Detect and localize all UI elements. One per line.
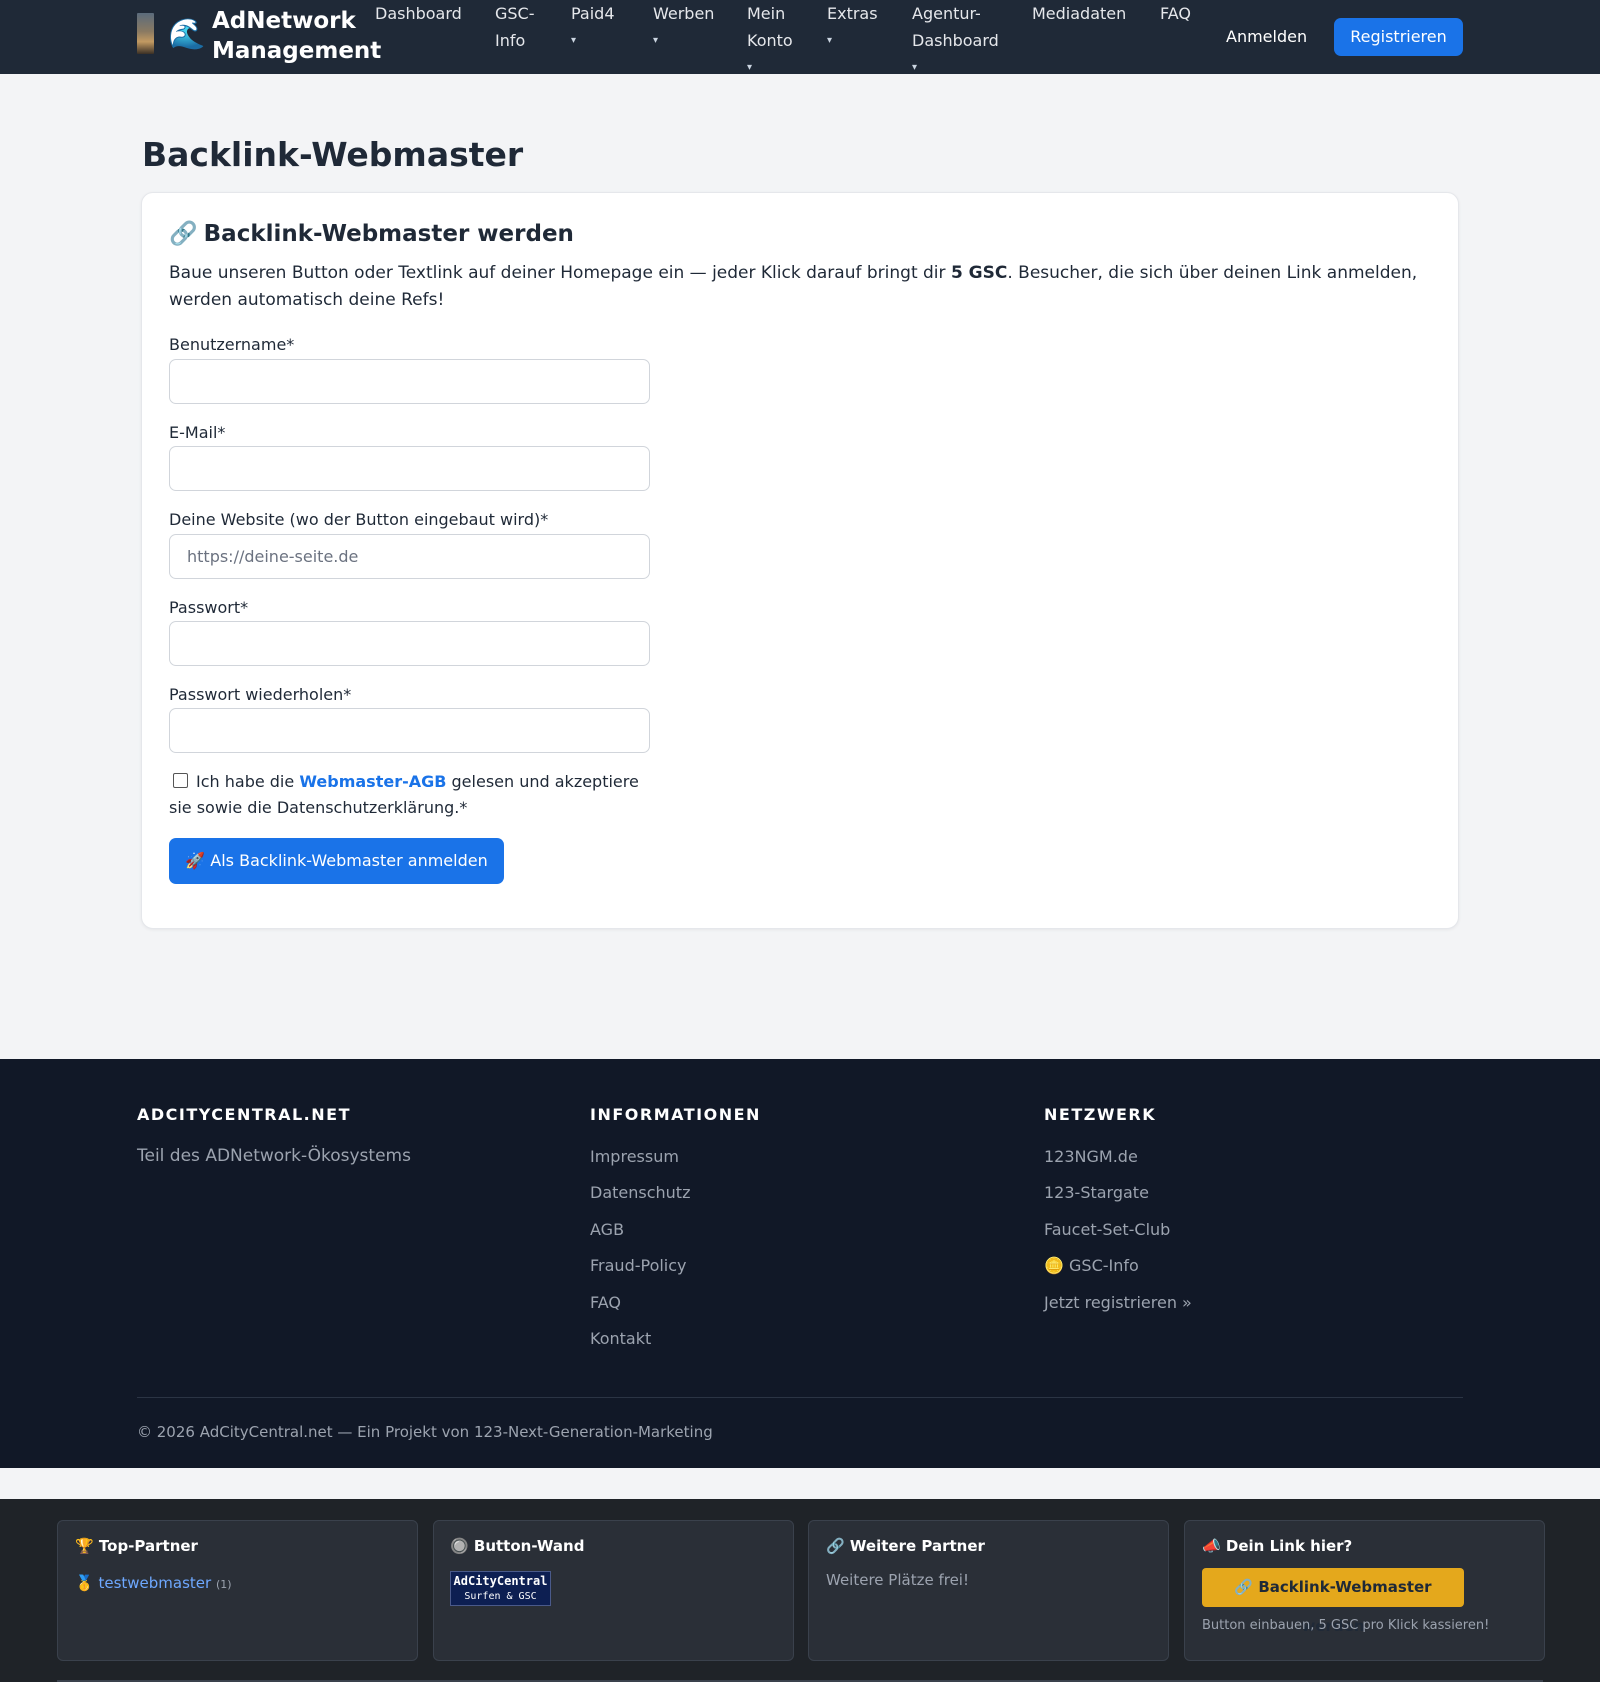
footer-link-fraud-policy[interactable]: Fraud-Policy: [590, 1254, 687, 1278]
nav-mediadaten[interactable]: Mediadaten: [1032, 0, 1126, 27]
footer-link-agb[interactable]: AGB: [590, 1218, 624, 1242]
card-title: 🔗 Backlink-Webmaster werden: [169, 218, 574, 250]
website-label: Deine Website (wo der Button eingebaut w…: [169, 510, 549, 529]
card-title-text: Backlink-Webmaster werden: [203, 221, 574, 247]
nav-label: Agentur-Dashboard: [912, 4, 999, 50]
nav-dashboard[interactable]: Dashboard: [375, 0, 462, 27]
password-repeat-label: Passwort wiederholen*: [169, 685, 352, 704]
footer-heading-site: ADCITYCENTRAL.NET: [137, 1105, 351, 1124]
intro-before: Baue unseren Button oder Textlink auf de…: [169, 263, 951, 283]
nav-gsc-info[interactable]: GSC-Info: [495, 0, 541, 54]
footer-link-gsc-info[interactable]: 🪙 GSC-Info: [1044, 1254, 1139, 1278]
more-partners-title: 🔗 Weitere Partner: [826, 1537, 985, 1555]
nav-label: Werben: [653, 4, 715, 23]
become-webmaster-button[interactable]: 🔗 Backlink-Webmaster werden: [1202, 1568, 1464, 1635]
button-wall-title: 🔘 Button-Wand: [450, 1537, 585, 1555]
adcitycentral-banner[interactable]: AdCityCentral Surfen & GSC: [450, 1571, 551, 1606]
partner-click-count: (1): [215, 1578, 232, 1591]
footer-tagline: Teil des ADNetwork-Ökosystems: [137, 1146, 411, 1166]
footer-divider: [137, 1397, 1463, 1398]
email-label: E-Mail*: [169, 423, 226, 442]
brand-image[interactable]: [137, 13, 154, 54]
footer-heading-info: INFORMATIONEN: [590, 1105, 761, 1124]
footer-link-register[interactable]: Jetzt registrieren »: [1044, 1291, 1192, 1315]
top-partner-entry: 🥇 testwebmaster (1): [75, 1572, 232, 1596]
top-navbar: 🌊 AdNetwork Management Dashboard GSC-Inf…: [0, 0, 1600, 74]
medal-icon: 🥇: [75, 1574, 94, 1592]
website-input[interactable]: [169, 534, 650, 579]
chevron-down-icon: ▾: [653, 35, 659, 46]
register-button[interactable]: Registrieren: [1334, 18, 1463, 56]
nav-mein-konto[interactable]: Mein Konto ▾: [747, 0, 797, 81]
top-partner-title: 🏆 Top-Partner: [75, 1537, 198, 1555]
nav-extras[interactable]: Extras ▾: [827, 0, 878, 54]
footer-link-faucet-set-club[interactable]: Faucet-Set-Club: [1044, 1218, 1170, 1242]
footer-link-datenschutz[interactable]: Datenschutz: [590, 1181, 690, 1205]
login-link[interactable]: Anmelden: [1226, 24, 1307, 50]
nav-agentur-dashboard[interactable]: Agentur-Dashboard ▾: [912, 0, 1004, 81]
webmaster-agb-link[interactable]: Webmaster-AGB: [299, 772, 446, 791]
footer-heading-network: NETZWERK: [1044, 1105, 1157, 1124]
username-input[interactable]: [169, 359, 650, 404]
chevron-down-icon: ▾: [747, 62, 753, 73]
footer-link-kontakt[interactable]: Kontakt: [590, 1327, 651, 1351]
nav-faq[interactable]: FAQ: [1160, 0, 1191, 27]
footer-link-123ngm[interactable]: 123NGM.de: [1044, 1145, 1138, 1169]
wave-icon[interactable]: 🌊: [168, 18, 205, 52]
footer-link-stargate[interactable]: 123-Stargate: [1044, 1181, 1149, 1205]
agb-consent-text: Ich habe die Webmaster-AGB gelesen und a…: [169, 769, 659, 821]
free-slots-text: Weitere Plätze frei!: [826, 1571, 969, 1589]
chevron-down-icon: ▾: [827, 35, 833, 46]
banner-line-2: Surfen & GSC: [464, 1591, 537, 1602]
page-title: Backlink-Webmaster: [142, 135, 524, 174]
nav-werben[interactable]: Werben ▾: [653, 0, 714, 54]
nav-label: Mediadaten: [1032, 4, 1127, 23]
intro-text: Baue unseren Button oder Textlink auf de…: [169, 260, 1434, 314]
agb-text-before: Ich habe die: [196, 772, 300, 791]
nav-label: FAQ: [1160, 4, 1191, 23]
nav-label: Paid4: [571, 4, 615, 23]
password-label: Passwort*: [169, 598, 249, 617]
nav-label: GSC-Info: [495, 4, 535, 50]
brand-title[interactable]: AdNetwork Management: [212, 6, 382, 66]
intro-highlight: 5 GSC: [950, 263, 1008, 283]
your-link-title: 📣 Dein Link hier?: [1202, 1537, 1353, 1555]
password-repeat-input[interactable]: [169, 708, 650, 753]
password-input[interactable]: [169, 621, 650, 666]
your-link-note: Button einbauen, 5 GSC pro Klick kassier…: [1202, 1618, 1490, 1633]
partner-link-testwebmaster[interactable]: testwebmaster: [98, 1574, 211, 1592]
copyright-text: © 2026 AdCityCentral.net — Ein Projekt v…: [137, 1423, 713, 1441]
banner-line-1: AdCityCentral: [453, 1574, 548, 1588]
agb-checkbox[interactable]: [173, 773, 188, 788]
nav-label: Extras: [827, 4, 878, 23]
chevron-down-icon: ▾: [912, 62, 918, 73]
nav-label: Mein Konto: [747, 4, 793, 50]
email-input[interactable]: [169, 446, 650, 491]
nav-paid4[interactable]: Paid4 ▾: [571, 0, 615, 54]
footer-link-impressum[interactable]: Impressum: [590, 1145, 679, 1169]
submit-webmaster-button[interactable]: 🚀 Als Backlink-Webmaster anmelden: [169, 838, 504, 884]
username-label: Benutzername*: [169, 335, 295, 354]
nav-label: Dashboard: [375, 4, 462, 23]
link-icon: 🔗: [169, 221, 198, 247]
chevron-down-icon: ▾: [571, 35, 577, 46]
footer-link-faq[interactable]: FAQ: [590, 1291, 621, 1315]
